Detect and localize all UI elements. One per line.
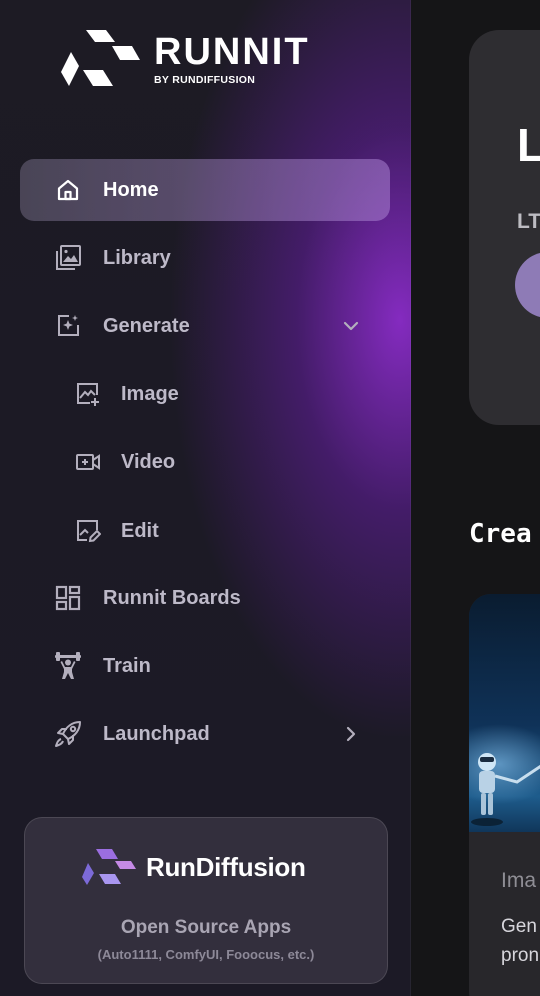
promo-brand-name: RunDiffusion — [146, 851, 306, 882]
hero-card: L LT — [469, 30, 540, 425]
promo-subtitle: (Auto1111, ComfyUI, Fooocus, etc.) — [97, 947, 315, 962]
nav-item-library[interactable]: Library — [20, 227, 390, 289]
hero-heading: L — [517, 119, 540, 171]
runnit-logo[interactable]: RUNNIT BY RUNDIFFUSION — [60, 30, 310, 92]
nav-label-launchpad: Launchpad — [103, 722, 210, 745]
generate-icon — [54, 312, 82, 340]
edit-icon — [74, 517, 102, 545]
nav-item-home[interactable]: Home — [20, 159, 390, 221]
brand-byline: BY RUNDIFFUSION — [154, 74, 256, 86]
video-icon — [74, 448, 102, 476]
nav-item-train[interactable]: Train — [20, 635, 390, 697]
feature-card-text-line1: Gen — [501, 916, 537, 937]
feature-card-image — [469, 594, 540, 832]
rundiffusion-logo-mark — [82, 849, 136, 885]
hero-subheading: LT — [517, 210, 540, 233]
image-icon — [74, 380, 102, 408]
rundiffusion-logo: RunDiffusion — [82, 847, 306, 887]
promo-title: Open Source Apps — [120, 917, 292, 938]
runnit-logo-mark — [61, 30, 140, 86]
nav-label-edit: Edit — [121, 519, 159, 542]
brand-name: RUNNIT — [154, 31, 310, 73]
robot-illustration — [471, 753, 540, 826]
nav-item-image[interactable]: Image — [20, 363, 390, 425]
feature-card-text-line2: pron — [501, 945, 540, 966]
boards-icon — [54, 584, 82, 612]
nav-item-launchpad[interactable]: Launchpad — [20, 703, 390, 765]
nav-item-generate[interactable]: Generate — [20, 295, 390, 357]
nav-label-library: Library — [103, 246, 171, 269]
nav-item-edit[interactable]: Edit — [20, 500, 390, 562]
sidebar: RUNNIT BY RUNDIFFUSION Home Library Gene… — [0, 0, 411, 996]
hero-action-button[interactable] — [515, 252, 540, 318]
section-title: Crea — [469, 519, 532, 549]
nav-label-generate: Generate — [103, 314, 190, 337]
nav-label-image: Image — [121, 382, 179, 405]
nav-item-video[interactable]: Video — [20, 431, 390, 493]
nav-label-runnit-boards: Runnit Boards — [103, 586, 241, 609]
nav-label-home: Home — [103, 178, 159, 201]
feature-card[interactable]: Ima Gen pron — [469, 594, 540, 996]
feature-card-label: Ima — [501, 869, 537, 892]
open-source-apps-card[interactable]: RunDiffusion Open Source Apps (Auto1111,… — [24, 817, 388, 984]
home-icon — [54, 176, 82, 204]
launchpad-icon — [54, 720, 82, 748]
train-icon — [54, 652, 82, 680]
chevron-right-icon[interactable] — [340, 723, 362, 745]
nav-label-train: Train — [103, 654, 151, 677]
library-icon — [54, 244, 82, 272]
chevron-down-icon[interactable] — [340, 315, 362, 337]
nav-label-video: Video — [121, 450, 176, 473]
main-content: L LT Crea Ima Gen pron — [411, 0, 540, 996]
nav-item-runnit-boards[interactable]: Runnit Boards — [20, 567, 390, 629]
